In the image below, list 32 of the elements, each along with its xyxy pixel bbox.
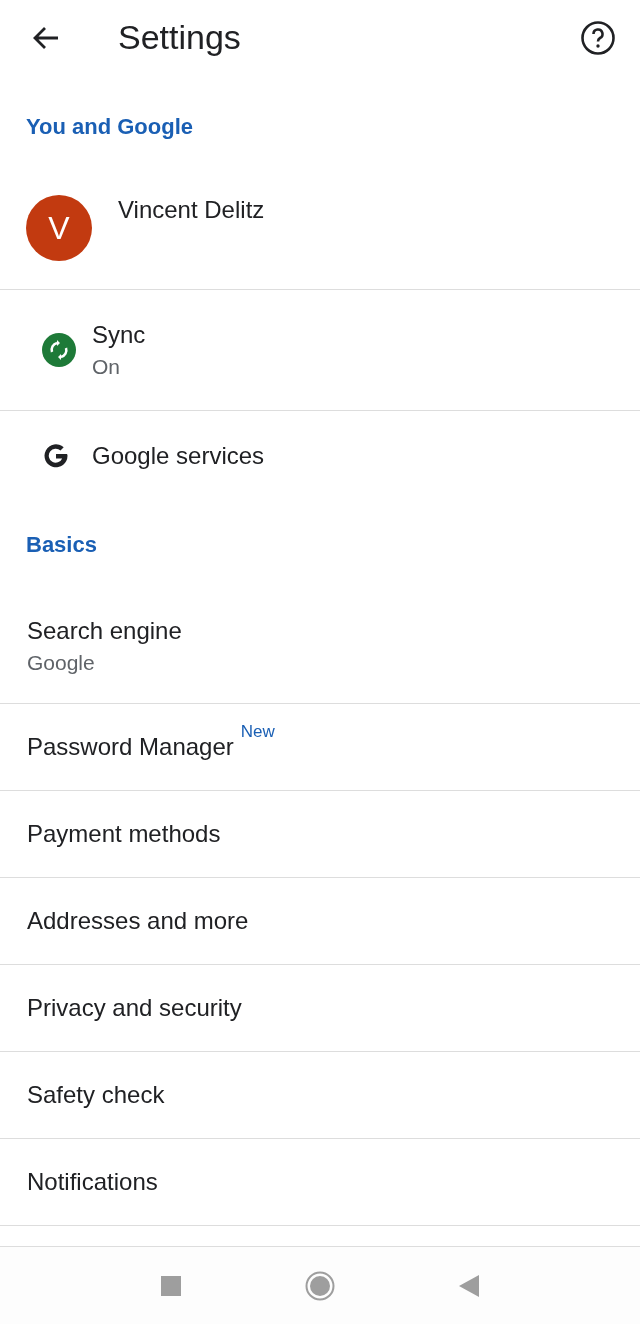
list-row[interactable]: Addresses and more xyxy=(0,878,640,965)
page-title: Settings xyxy=(118,18,242,57)
sync-status: On xyxy=(92,353,121,380)
home-icon[interactable] xyxy=(305,1270,335,1301)
item-value: Google xyxy=(27,650,96,676)
list-row[interactable]: Notifications xyxy=(0,1139,640,1226)
list-row[interactable]: Privacy and security xyxy=(0,965,640,1052)
list-row[interactable]: Sync On xyxy=(0,290,640,411)
settings-item[interactable]: Password Manager xyxy=(27,732,234,762)
sync-icon xyxy=(41,332,77,368)
settings-item[interactable]: Notifications xyxy=(27,1167,158,1197)
back-icon[interactable] xyxy=(459,1274,479,1297)
help-icon[interactable] xyxy=(580,19,616,56)
settings-item[interactable]: Privacy and security xyxy=(27,993,242,1023)
list-row[interactable]: Safety check xyxy=(0,1052,640,1139)
new-label: New xyxy=(240,722,275,742)
section-header: Basics xyxy=(26,532,97,558)
settings-item[interactable]: Search engine xyxy=(27,616,182,646)
google-services-item[interactable]: Google services xyxy=(92,440,265,471)
list-row[interactable]: Google services xyxy=(0,411,640,500)
avatar[interactable]: V xyxy=(26,195,92,261)
list-row[interactable]: Payment methods xyxy=(0,791,640,878)
settings-item[interactable]: Addresses and more xyxy=(27,906,249,936)
sync-title[interactable]: Sync xyxy=(92,319,146,350)
settings-item[interactable]: Safety check xyxy=(27,1080,165,1110)
list-row[interactable]: Password Manager New xyxy=(0,704,640,791)
settings-item[interactable]: Payment methods xyxy=(27,819,221,849)
list-row[interactable]: V Vincent Delitz xyxy=(0,178,640,290)
account-name[interactable]: Vincent Delitz xyxy=(118,195,265,225)
recents-icon[interactable] xyxy=(161,1275,181,1296)
list-row[interactable]: Search engine Google xyxy=(0,590,640,704)
section-header: You and Google xyxy=(26,113,194,140)
